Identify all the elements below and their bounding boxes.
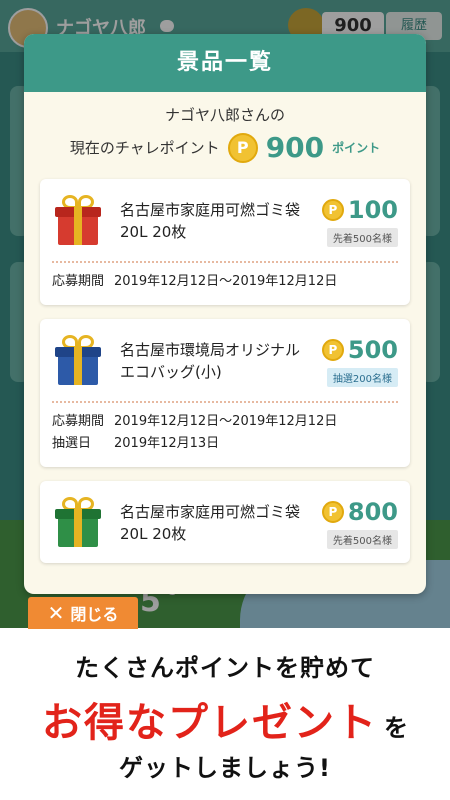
points-unit: ポイント — [332, 141, 381, 155]
prize-list: 名古屋市家庭用可燃ゴミ袋 20L 20枚 P 100 先着500名様 応募期間 2… — [40, 179, 410, 577]
user-line: ナゴヤ八郎さんの — [164, 106, 285, 124]
promo-line-2: お得なプレゼントを — [42, 700, 408, 746]
points-label: 現在のチャレポイント — [69, 139, 220, 157]
prize-badge: 先着500名様 — [326, 529, 398, 549]
gift-blue-icon — [52, 335, 104, 387]
coin-icon: P — [321, 500, 344, 523]
draw-date: 抽選日 2019年12月13日 — [52, 436, 220, 451]
prize-badge: 先着500名様 — [326, 227, 398, 247]
promo-line-1: たくさんポイントを貯めて — [75, 654, 375, 682]
close-button[interactable]: ✕ 閉じる — [28, 597, 138, 629]
close-icon: ✕ — [47, 601, 65, 625]
application-period: 応募期間 2019年12月12日〜2019年12月12日 抽選日 2019年12月1… — [40, 403, 410, 467]
prize-card[interactable]: 名古屋市家庭用可燃ゴミ袋 20L 20枚 P 100 先着500名様 応募期間 2… — [40, 179, 410, 305]
promo-highlight: お得なプレゼント — [42, 700, 378, 746]
prize-cost: P 100 — [302, 196, 398, 224]
prize-card[interactable]: 名古屋市家庭用可燃ゴミ袋 20L 20枚 P 800 先着500名様 — [40, 481, 410, 563]
application-period: 応募期間 2019年12月12日〜2019年12月12日 — [52, 274, 338, 289]
prize-cost: P 500 — [302, 336, 398, 364]
gift-green-icon — [52, 497, 104, 549]
promo-line-3: ゲットしましょう! — [119, 754, 331, 782]
modal-title: 景品一覧 — [24, 34, 426, 92]
prize-name: 名古屋市家庭用可燃ゴミ袋 20L 20枚 — [120, 201, 301, 241]
prize-card[interactable]: 名古屋市環境局オリジナルエコバッグ(小) P 500 抽選200名様 応募期間 2… — [40, 319, 410, 467]
gift-red-icon — [52, 195, 104, 247]
points-value: 900 — [265, 131, 325, 164]
prize-name: 名古屋市環境局オリジナルエコバッグ(小) — [120, 341, 301, 381]
coin-icon: P — [321, 338, 344, 361]
coin-icon: P — [227, 132, 258, 163]
prize-list-modal: 景品一覧 ナゴヤ八郎さんの 現在のチャレポイント P 900 ポイント 名古屋市… — [24, 34, 426, 594]
prize-name: 名古屋市家庭用可燃ゴミ袋 20L 20枚 — [120, 503, 301, 543]
current-points-line: 現在のチャレポイント P 900 ポイント — [24, 131, 426, 164]
prize-badge: 抽選200名様 — [326, 367, 398, 387]
coin-icon: P — [321, 198, 344, 221]
prize-cost: P 800 — [302, 498, 398, 526]
